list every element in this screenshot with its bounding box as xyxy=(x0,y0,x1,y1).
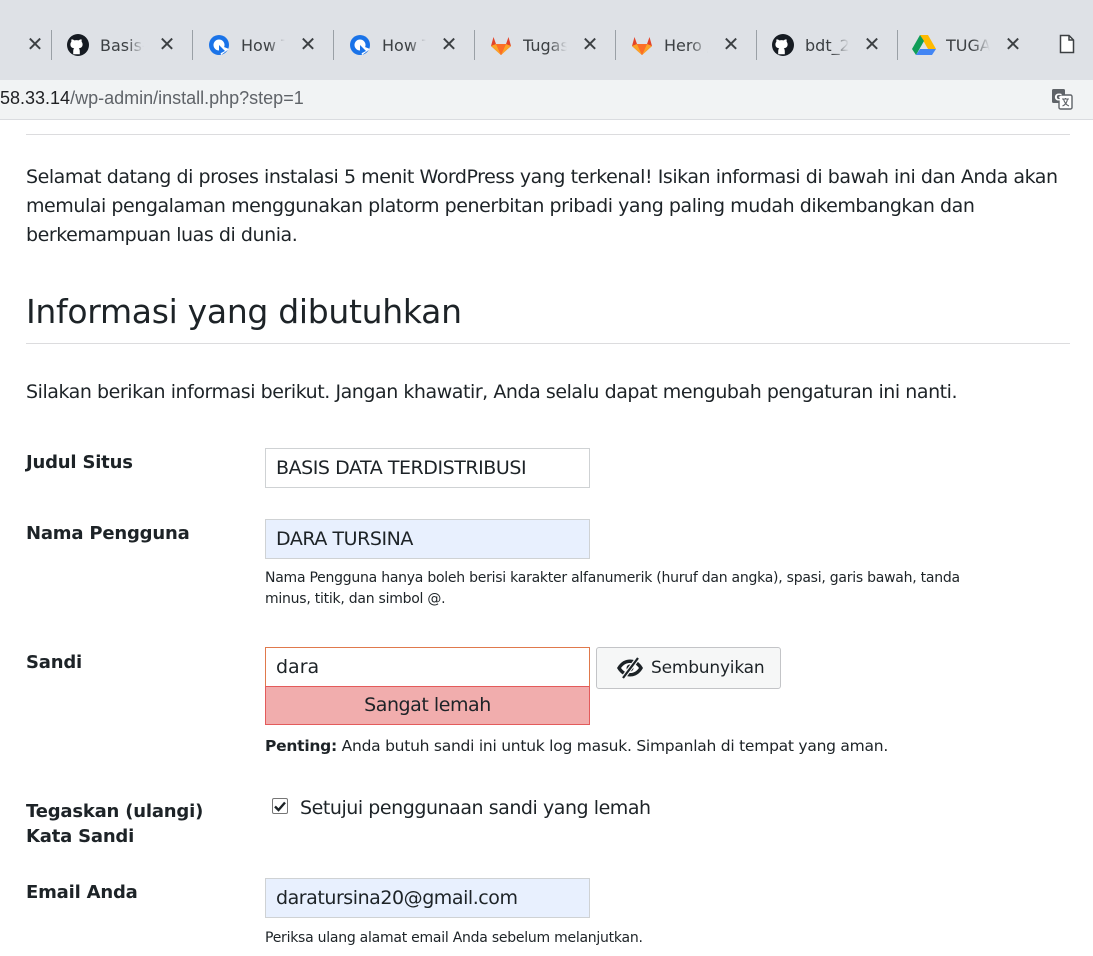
browser-tab[interactable]: Basis- ✕ xyxy=(52,22,192,68)
password-important-note: Penting: Anda butuh sandi ini untuk log … xyxy=(265,735,888,757)
blue-swirl-icon xyxy=(207,33,231,57)
checkmark-icon xyxy=(274,801,286,812)
google-drive-icon xyxy=(912,33,936,57)
gitlab-icon xyxy=(630,33,654,57)
blue-swirl-icon xyxy=(348,33,372,57)
email-input[interactable]: daratursina20@gmail.com xyxy=(265,878,590,918)
hide-password-button[interactable]: Sembunyikan xyxy=(596,647,781,689)
username-input[interactable]: DARA TURSINA xyxy=(265,519,590,559)
close-tab-icon[interactable]: ✕ xyxy=(156,33,178,55)
tab-title: Basis- xyxy=(100,35,144,55)
intro-text: Silakan berikan informasi berikut. Janga… xyxy=(26,381,958,403)
close-tab-icon[interactable]: ✕ xyxy=(438,33,460,55)
divider xyxy=(26,134,1070,135)
confirm-password-label: Tegaskan (ulangi) Kata Sandi xyxy=(26,799,203,849)
site-title-label: Judul Situs xyxy=(26,452,133,473)
tab-title: How T xyxy=(241,35,285,55)
close-tab-icon[interactable]: ✕ xyxy=(24,33,46,55)
tab-title: TUGA xyxy=(946,35,990,55)
browser-tab[interactable]: How T ✕ xyxy=(193,22,333,68)
address-bar[interactable]: 58.33.14/wp-admin/install.php?step=1 G xyxy=(0,80,1093,120)
divider xyxy=(26,343,1070,344)
url-text[interactable]: 58.33.14/wp-admin/install.php?step=1 xyxy=(0,88,304,109)
section-heading: Informasi yang dibutuhkan xyxy=(26,292,462,331)
browser-tab[interactable]: TUGA ✕ xyxy=(898,22,1038,68)
important-label: Penting: xyxy=(265,737,337,755)
password-strength-meter: Sangat lemah xyxy=(265,686,590,725)
confirm-label-line2: Kata Sandi xyxy=(26,826,135,847)
weak-password-checkbox-label[interactable]: Setujui penggunaan sandi yang lemah xyxy=(300,795,651,821)
gitlab-icon xyxy=(489,33,513,57)
browser-tabstrip: ✕ Basis- ✕ How T ✕ How T ✕ Tugas ✕ xyxy=(0,0,1093,90)
tab-title: bdt_2( xyxy=(805,35,849,55)
github-icon xyxy=(771,33,795,57)
browser-tab[interactable]: How T ✕ xyxy=(334,22,474,68)
email-description: Periksa ulang alamat email Anda sebelum … xyxy=(265,930,643,946)
github-icon xyxy=(66,33,90,57)
password-input[interactable]: dara xyxy=(265,647,590,687)
welcome-text: Selamat datang di proses instalasi 5 men… xyxy=(26,166,1058,246)
url-path: /wp-admin/install.php?step=1 xyxy=(70,88,304,108)
tab-title: Tugas xyxy=(523,35,567,55)
weak-password-checkbox[interactable] xyxy=(272,798,288,814)
hide-button-label: Sembunyikan xyxy=(651,658,765,678)
page-icon xyxy=(1059,34,1075,58)
close-tab-icon[interactable]: ✕ xyxy=(720,33,742,55)
tab-title: Hero / xyxy=(664,35,708,55)
close-tab-icon[interactable]: ✕ xyxy=(861,33,883,55)
site-title-input[interactable]: BASIS DATA TERDISTRIBUSI xyxy=(265,448,590,488)
url-host: 58.33.14 xyxy=(0,88,71,108)
username-label: Nama Pengguna xyxy=(26,523,190,544)
email-label: Email Anda xyxy=(26,882,138,903)
translate-icon[interactable]: G xyxy=(1051,88,1073,114)
browser-tab[interactable]: bdt_2( ✕ xyxy=(757,22,897,68)
username-description: Nama Pengguna hanya boleh berisi karakte… xyxy=(265,570,960,607)
eye-slash-icon xyxy=(617,657,643,679)
tab-title: How T xyxy=(382,35,426,55)
browser-tab[interactable]: Hero / ✕ xyxy=(616,22,756,68)
close-tab-icon[interactable]: ✕ xyxy=(297,33,319,55)
close-tab-icon[interactable]: ✕ xyxy=(579,33,601,55)
confirm-label-line1: Tegaskan (ulangi) xyxy=(26,801,204,822)
close-tab-icon[interactable]: ✕ xyxy=(1002,33,1024,55)
password-label: Sandi xyxy=(26,652,82,673)
browser-tab[interactable]: Tugas ✕ xyxy=(475,22,615,68)
important-text: Anda butuh sandi ini untuk log masuk. Si… xyxy=(336,737,889,755)
svg-text:G: G xyxy=(1054,93,1062,104)
